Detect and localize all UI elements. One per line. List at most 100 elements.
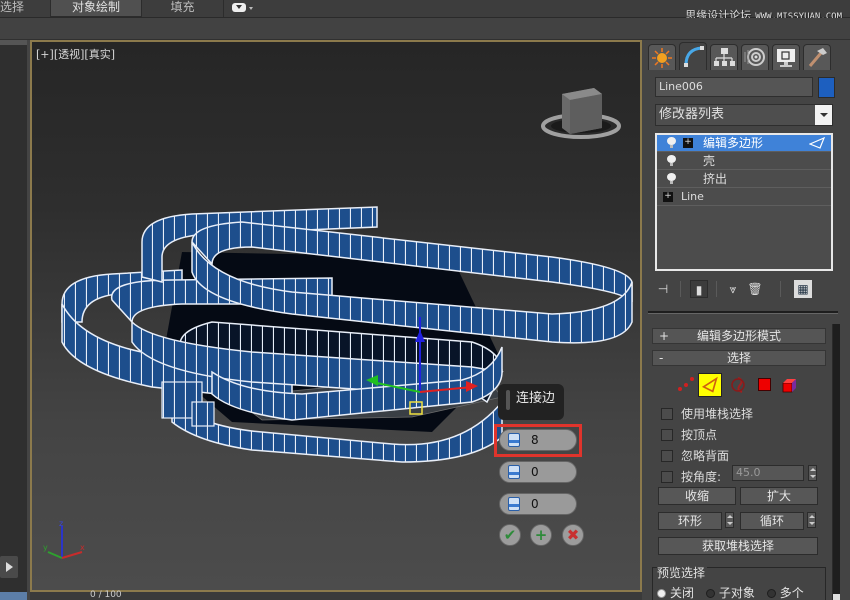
tab-motion[interactable]	[741, 44, 769, 70]
scrollbar-thumb[interactable]	[833, 594, 840, 600]
modify-arc-icon	[684, 46, 704, 67]
shrink-button[interactable]: 收缩	[658, 487, 736, 505]
caddy-ok-button[interactable]: ✔	[499, 524, 521, 546]
remove-modifier-icon[interactable]: 🗑	[746, 280, 764, 298]
make-unique-icon[interactable]: ⩔	[724, 280, 742, 298]
radio-button[interactable]	[657, 589, 666, 598]
tab-selection[interactable]: 选择	[0, 0, 40, 17]
rollout-edit-poly-mode[interactable]: + 编辑多边形模式	[652, 328, 826, 344]
grow-button[interactable]: 扩大	[740, 487, 818, 505]
axis-label-x: x	[80, 543, 85, 552]
caddy-cancel-button[interactable]: ✖	[562, 524, 584, 546]
configure-sets-icon[interactable]: ▦	[794, 280, 812, 298]
loop-spinner[interactable]	[807, 512, 816, 528]
rollout-selection[interactable]: - 选择	[652, 350, 826, 366]
vertex-icon[interactable]	[676, 375, 696, 395]
object-color-swatch[interactable]	[818, 77, 835, 98]
tab-create[interactable]	[648, 44, 676, 70]
lightbulb-icon[interactable]	[667, 173, 676, 185]
time-slider[interactable]: 0 / 100	[30, 590, 642, 600]
expand-plus-icon[interactable]: +	[663, 192, 673, 202]
tab-hierarchy[interactable]	[710, 44, 738, 70]
radio-label: 关闭	[670, 586, 695, 600]
modifier-stack: + 编辑多边形 壳 挤出 + Line	[655, 133, 833, 271]
checkbox-label: 按顶点	[681, 428, 718, 442]
ribbon-options-dropdown[interactable]	[224, 0, 264, 17]
tab-display[interactable]	[772, 44, 800, 70]
play-icon[interactable]	[0, 556, 18, 578]
checkbox-label: 使用堆栈选择	[681, 407, 754, 421]
lightbulb-icon[interactable]	[667, 155, 676, 167]
element-icon[interactable]	[780, 375, 800, 395]
angle-spinner[interactable]	[808, 465, 817, 481]
pin-stack-icon[interactable]: ⊣	[654, 280, 672, 298]
viewport-label-menu: [+][透视][真实]	[36, 46, 115, 62]
caddy-drag-handle[interactable]	[506, 390, 510, 410]
motion-icon	[744, 48, 765, 66]
loop-button[interactable]: 循环	[740, 512, 804, 530]
stack-item-line[interactable]: + Line	[657, 189, 831, 206]
separator	[780, 281, 781, 297]
separator	[716, 281, 717, 297]
sun-icon	[652, 48, 672, 68]
tab-utilities[interactable]	[803, 44, 831, 70]
viewcube-icon[interactable]	[540, 80, 622, 140]
panel-scrollbar[interactable]	[832, 324, 840, 600]
by-angle-checkbox[interactable]: 按角度:	[661, 469, 721, 487]
ring-button[interactable]: 环形	[658, 512, 722, 530]
chevron-down-icon	[249, 7, 253, 10]
rollout-title: 编辑多边形模式	[696, 329, 781, 343]
edge-icon[interactable]	[698, 373, 722, 397]
lightbulb-icon[interactable]	[667, 137, 676, 149]
hammer-icon	[808, 48, 827, 67]
close-icon: ✖	[566, 526, 580, 544]
border-icon[interactable]	[728, 375, 748, 395]
radio-button[interactable]	[766, 589, 776, 598]
use-stack-selection-checkbox[interactable]: 使用堆栈选择	[661, 406, 753, 424]
tab-populate[interactable]: 填充	[142, 0, 224, 17]
checkbox[interactable]	[661, 450, 673, 462]
ignore-backfacing-checkbox[interactable]: 忽略背面	[661, 448, 729, 466]
object-name-input[interactable]: Line006	[655, 77, 813, 97]
modifier-list-dropdown[interactable]: 修改器列表	[655, 104, 833, 126]
display-monitor-icon	[777, 49, 795, 67]
polygon-icon[interactable]	[758, 378, 771, 391]
angle-input[interactable]: 45.0	[732, 465, 804, 481]
stack-item-extrude[interactable]: 挤出	[657, 171, 831, 188]
hierarchy-icon	[714, 48, 735, 66]
preview-subobject-radio[interactable]: 子对象	[705, 586, 755, 600]
checkbox[interactable]	[661, 408, 673, 420]
ring-spinner[interactable]	[725, 512, 734, 528]
slide-value[interactable]: 0	[531, 497, 539, 511]
toggle-pill-icon	[232, 3, 246, 12]
checkbox[interactable]	[661, 471, 673, 483]
pinch-value[interactable]: 0	[531, 465, 539, 479]
axis-label-z: z	[59, 519, 63, 528]
rollout-toggle-icon: +	[659, 329, 670, 343]
get-stack-selection-button[interactable]: 获取堆栈选择	[658, 537, 818, 555]
viewport-pov-menu[interactable]: [透视]	[54, 48, 85, 61]
caddy-title-panel[interactable]: 连接边	[498, 384, 564, 420]
checkbox[interactable]	[661, 429, 673, 441]
radio-button[interactable]	[705, 589, 715, 598]
frame-counter: 0 / 100	[90, 590, 122, 600]
viewport-general-menu[interactable]: [+]	[36, 48, 54, 61]
stack-item-edit-poly[interactable]: + 编辑多边形	[657, 135, 831, 152]
stack-item-shell[interactable]: 壳	[657, 153, 831, 170]
expand-plus-icon[interactable]: +	[683, 138, 693, 148]
app-window: 选择 对象绘制 填充 思缘设计论坛 WWW.MISSYUAN.COM [+][透…	[0, 0, 850, 600]
pinch-field[interactable]: 0	[499, 461, 577, 483]
by-vertex-checkbox[interactable]: 按顶点	[661, 427, 717, 445]
left-status-bar	[0, 592, 27, 600]
preview-multi-radio[interactable]: 多个	[766, 586, 804, 600]
preview-off-radio[interactable]: 关闭	[657, 586, 694, 600]
viewport-shading-menu[interactable]: [真实]	[84, 48, 115, 61]
tab-object-paint[interactable]: 对象绘制	[50, 0, 142, 17]
caddy-apply-button[interactable]: +	[530, 524, 552, 546]
radio-label: 子对象	[718, 586, 755, 600]
slide-field[interactable]: 0	[499, 493, 577, 515]
tab-modify[interactable]	[679, 42, 707, 70]
chevron-down-icon[interactable]	[815, 105, 832, 125]
left-panel-header	[0, 40, 27, 45]
show-end-result-icon[interactable]: ▮	[690, 280, 708, 298]
